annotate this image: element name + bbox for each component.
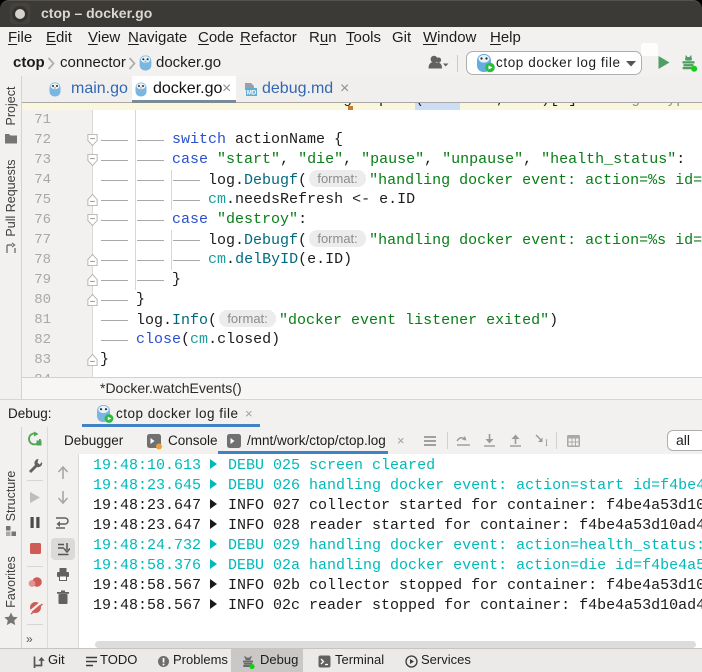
svg-text:I: I: [545, 438, 548, 447]
svg-text:MD: MD: [247, 90, 257, 96]
